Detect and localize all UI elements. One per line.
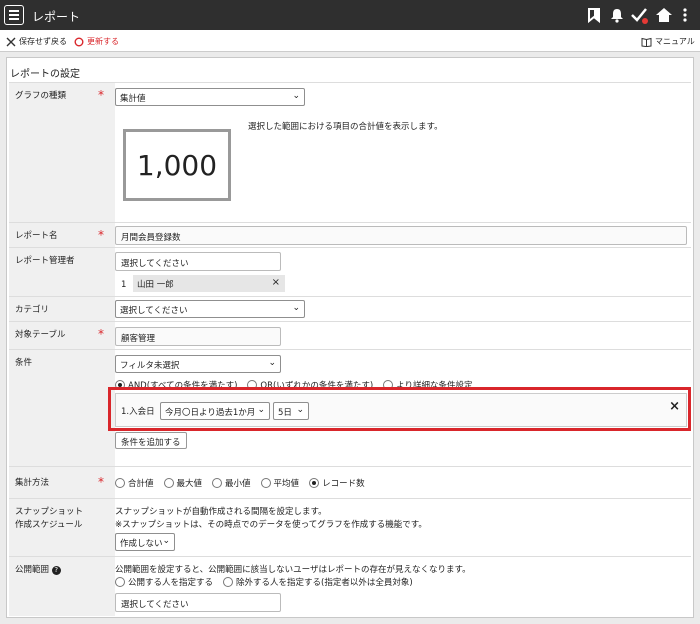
category-row: カテゴリ 選択してください ⌄: [9, 296, 691, 321]
chevron-down-icon: ⌄: [162, 536, 170, 546]
bookmark-icon[interactable]: [585, 6, 603, 24]
update-button[interactable]: 更新する: [74, 36, 119, 47]
manager-select[interactable]: 選択してください: [115, 252, 281, 271]
target-table-input[interactable]: 顧客管理: [115, 327, 281, 346]
required-mark: *: [98, 475, 104, 489]
min-radio[interactable]: 最小値: [212, 477, 251, 489]
chevron-down-icon: ⌄: [292, 91, 300, 101]
manager-index: 1: [121, 280, 127, 290]
check-icon[interactable]: [630, 6, 648, 24]
more-icon[interactable]: [680, 6, 690, 24]
required-mark: *: [98, 228, 104, 242]
aggregation-row: 集計方法 * 合計値 最大値 最小値 平均値 レコード数: [9, 466, 691, 498]
snapshot-note: ※スナップショットは、その時点でのデータを使ってグラフを作成する機能です。: [115, 520, 427, 530]
required-mark: *: [98, 88, 104, 102]
manual-label: マニュアル: [655, 37, 695, 46]
panel-title: レポートの設定: [10, 69, 80, 80]
chevron-down-icon: ⌄: [292, 303, 300, 313]
report-name-input[interactable]: 月間会員登録数: [115, 226, 687, 245]
public-label: 公開範囲 ?: [9, 557, 115, 616]
graph-description: 選択した範囲における項目の合計値を表示します。: [248, 122, 443, 132]
filter-select[interactable]: フィルタ未選択 ⌄: [115, 355, 281, 373]
book-icon: [641, 37, 652, 47]
menu-icon[interactable]: [4, 5, 24, 25]
max-radio[interactable]: 最大値: [163, 477, 202, 489]
report-settings-panel: レポートの設定 グラフの種類 * 集計値 ⌄ 選択した範囲における項目の合計値を表示…: [6, 57, 694, 618]
discard-button[interactable]: 保存せず戻る: [6, 36, 67, 47]
aggregation-radio-group: 合計値 最大値 最小値 平均値 レコード数: [115, 477, 365, 489]
graph-type-select[interactable]: 集計値 ⌄: [115, 88, 305, 106]
snapshot-select[interactable]: 作成しない ⌄: [115, 533, 175, 551]
public-row: 公開範囲 ? 公開範囲を設定すると、公開範囲に該当しないユーザはレポートの存在が…: [9, 556, 691, 616]
include-radio[interactable]: 公開する人を指定する: [115, 576, 213, 588]
top-bar: レポート: [0, 0, 700, 30]
report-name-row: レポート名 * 月間会員登録数: [9, 222, 691, 247]
public-radio-group: 公開する人を指定する 除外する人を指定する(指定者以外は全員対象): [115, 576, 413, 588]
aggregation-label: 集計方法 *: [9, 467, 115, 498]
circle-icon: [74, 37, 84, 46]
manager-row: レポート管理者 選択してください 1 山田 一郎 ×: [9, 247, 691, 296]
close-icon: [6, 37, 16, 46]
close-icon[interactable]: ×: [272, 277, 280, 288]
public-desc: 公開範囲を設定すると、公開範囲に該当しないユーザはレポートの存在が見えなくなりま…: [115, 565, 471, 575]
target-table-row: 対象テーブル * 顧客管理: [9, 321, 691, 349]
sum-radio[interactable]: 合計値: [115, 477, 154, 489]
snapshot-desc: スナップショットが自動作成される間隔を設定します。: [115, 507, 327, 517]
bell-icon[interactable]: [608, 6, 626, 24]
report-name-label: レポート名 *: [9, 223, 115, 247]
graph-type-label: グラフの種類 *: [9, 83, 115, 222]
snapshot-row: スナップショット 作成スケジュール スナップショットが自動作成される間隔を設定しま…: [9, 498, 691, 556]
count-radio[interactable]: レコード数: [309, 477, 365, 489]
exclude-radio[interactable]: 除外する人を指定する(指定者以外は全員対象): [223, 576, 413, 588]
graph-preview: 1,000: [123, 129, 231, 201]
public-select[interactable]: 選択してください: [115, 593, 281, 612]
update-label: 更新する: [87, 37, 119, 46]
app-title: レポート: [32, 10, 81, 24]
manager-label: レポート管理者: [9, 248, 115, 296]
chevron-down-icon: ⌄: [268, 358, 276, 368]
snapshot-label: スナップショット 作成スケジュール: [9, 499, 115, 556]
highlight-box: [108, 387, 691, 431]
manual-link[interactable]: マニュアル: [641, 36, 695, 47]
category-label: カテゴリ: [9, 297, 115, 321]
target-table-label: 対象テーブル *: [9, 322, 115, 349]
discard-label: 保存せず戻る: [19, 37, 67, 46]
graph-type-row: グラフの種類 * 集計値 ⌄ 選択した範囲における項目の合計値を表示します。 1,0…: [9, 82, 691, 222]
manager-name: 山田 一郎: [137, 280, 174, 290]
add-condition-button[interactable]: 条件を追加する: [115, 432, 187, 449]
condition-label: 条件: [9, 350, 115, 466]
category-select[interactable]: 選択してください ⌄: [115, 300, 305, 318]
manager-chip: 山田 一郎 ×: [133, 275, 285, 292]
help-icon[interactable]: ?: [51, 566, 61, 575]
toolbar: 保存せず戻る 更新する マニュアル: [0, 30, 700, 52]
required-mark: *: [98, 327, 104, 341]
home-icon[interactable]: [655, 6, 673, 24]
avg-radio[interactable]: 平均値: [260, 477, 299, 489]
